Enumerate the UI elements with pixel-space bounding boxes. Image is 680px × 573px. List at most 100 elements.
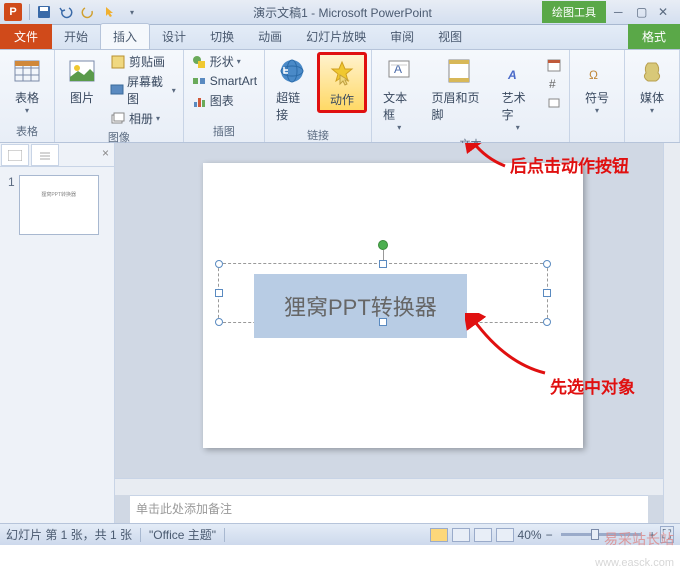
tab-format[interactable]: 格式 [628,24,680,49]
headerfooter-label: 页眉和页脚 [432,89,486,123]
screenshot-button[interactable]: 屏幕截图 ▾ [107,72,179,108]
picture-button[interactable]: 图片 [59,52,105,109]
textbox-button[interactable]: A 文本框▾ [376,52,422,135]
annotation-select-object: 先选中对象 [550,373,635,398]
smartart-button[interactable]: SmartArt [188,72,260,90]
app-icon: P [4,3,22,21]
drawing-tools-tab: 绘图工具 [542,1,606,23]
resize-handle-mr[interactable] [543,289,551,297]
tab-review[interactable]: 审阅 [378,24,426,49]
thumb-number: 1 [8,175,15,235]
arrow-to-action-icon [465,143,515,178]
resize-handle-tr[interactable] [543,260,551,268]
object-button[interactable] [543,94,565,112]
symbol-label: 符号 [585,89,609,106]
tab-insert[interactable]: 插入 [100,23,150,49]
chart-button[interactable]: 图表 [188,91,260,110]
qat-more-icon[interactable]: ▾ [123,3,141,21]
resize-handle-bl[interactable] [215,318,223,326]
maximize-icon[interactable]: ▢ [636,5,650,19]
slide-canvas[interactable]: 狸窝PPT转换器 [203,163,583,448]
hyperlink-button[interactable]: 超链接 [269,52,315,126]
group-links: 超链接 动作 链接 [265,50,372,142]
shapes-icon [191,54,207,70]
action-label: 动作 [330,91,354,108]
date-icon [546,57,562,73]
slide-edit-area[interactable]: 狸窝PPT转换器 后点击动作按钮 先选中对象 单击此处添加备注 [115,143,680,523]
headerfooter-icon [443,55,475,87]
zoom-slider-thumb[interactable] [591,529,599,540]
media-button[interactable]: 媒体▾ [629,52,675,118]
close-icon[interactable]: ✕ [658,5,672,19]
close-pane-icon[interactable]: × [97,143,114,166]
symbol-button[interactable]: Ω 符号▾ [574,52,620,118]
horizontal-scrollbar[interactable] [115,478,663,495]
table-label: 表格 [15,89,39,106]
svg-text:Ω: Ω [589,68,598,82]
minimize-icon[interactable]: ─ [614,5,628,19]
group-images: 图片 剪贴画 屏幕截图 ▾ 相册 ▾ 图像 [55,50,184,142]
group-media-label [629,138,675,140]
slideshow-view-button[interactable] [496,528,514,542]
sorter-view-button[interactable] [452,528,470,542]
picture-icon [66,55,98,87]
smartart-icon [191,73,207,89]
watermark-url: www.easck.com [595,557,674,569]
slides-tab-icon[interactable] [1,144,29,166]
workspace: × 1 狸窝PPT转换器 狸窝PPT转换器 后点击动作按钮 [0,143,680,523]
tab-animations[interactable]: 动画 [246,24,294,49]
group-illustrations-label: 插图 [188,122,260,140]
resize-handle-tl[interactable] [215,260,223,268]
clipart-icon [110,54,126,70]
group-links-label: 链接 [269,126,367,144]
album-icon [110,111,126,127]
qat-redo-icon[interactable] [79,3,97,21]
tab-design[interactable]: 设计 [150,24,198,49]
screenshot-icon [110,82,124,98]
shapes-button[interactable]: 形状 ▾ [188,52,260,71]
resize-handle-bm[interactable] [379,318,387,326]
watermark-text: 易采站长站 [604,529,674,549]
ribbon-tabs: 文件 开始 插入 设计 切换 动画 幻灯片放映 审阅 视图 格式 [0,25,680,50]
resize-handle-tm[interactable] [379,260,387,268]
hyperlink-label: 超链接 [276,89,308,123]
slidenumber-button[interactable]: # [543,75,565,93]
tab-slideshow[interactable]: 幻灯片放映 [294,24,378,49]
wordart-icon: A [502,55,534,87]
normal-view-button[interactable] [430,528,448,542]
group-symbols-label [574,138,620,140]
action-button[interactable]: 动作 [317,52,367,113]
resize-handle-ml[interactable] [215,289,223,297]
symbol-icon: Ω [581,55,613,87]
textbox-label: 文本框 [383,89,415,123]
group-tables-label: 表格 [4,122,50,140]
reading-view-button[interactable] [474,528,492,542]
zoom-out-button[interactable]: − [546,528,553,542]
thumbnail-pane: × 1 狸窝PPT转换器 [0,143,115,523]
headerfooter-button[interactable]: 页眉和页脚 [425,52,493,126]
status-bar: 幻灯片 第 1 张，共 1 张 "Office 主题" 40% − + ⛶ [0,523,680,545]
qat-pointer-icon[interactable] [101,3,119,21]
textbox-content[interactable]: 狸窝PPT转换器 [254,274,467,338]
outline-tab-icon[interactable] [31,144,59,166]
vertical-scrollbar[interactable] [663,143,680,523]
tab-file[interactable]: 文件 [0,24,52,49]
clipart-button[interactable]: 剪贴画 [107,52,179,71]
wordart-button[interactable]: A 艺术字▾ [495,52,541,135]
object-icon [546,95,562,111]
date-button[interactable] [543,56,565,74]
qat-undo-icon[interactable] [57,3,75,21]
notes-pane[interactable]: 单击此处添加备注 [130,495,648,523]
rotation-handle[interactable] [378,240,388,250]
tab-view[interactable]: 视图 [426,24,474,49]
number-icon: # [546,76,562,92]
group-media: 媒体▾ [625,50,680,142]
table-button[interactable]: 表格▾ [4,52,50,118]
action-icon [326,57,358,89]
album-button[interactable]: 相册 ▾ [107,109,179,128]
tab-transitions[interactable]: 切换 [198,24,246,49]
slide-thumbnail[interactable]: 1 狸窝PPT转换器 [8,175,106,235]
chart-icon [191,93,207,109]
qat-save-icon[interactable] [35,3,53,21]
tab-home[interactable]: 开始 [52,24,100,49]
